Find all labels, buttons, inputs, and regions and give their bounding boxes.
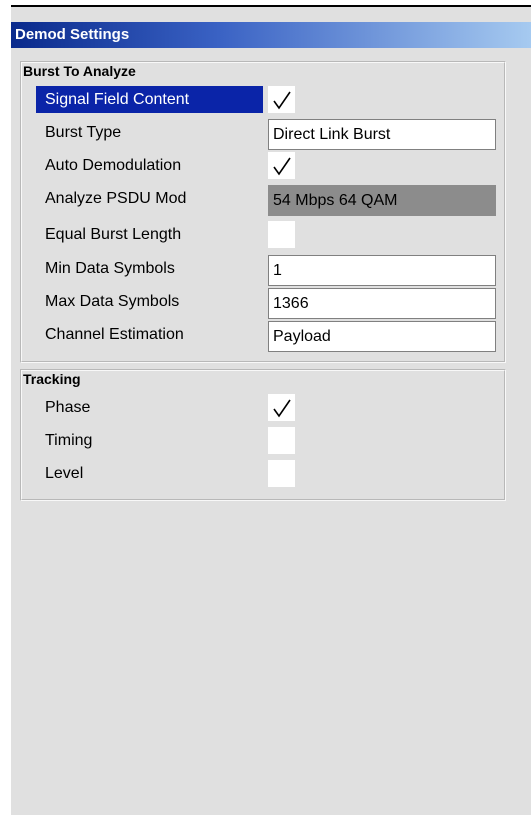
row-burst-type[interactable]: Burst Type Direct Link Burst <box>36 117 506 150</box>
row-timing[interactable]: Timing <box>36 425 506 455</box>
auto-demodulation-checkbox[interactable] <box>268 152 295 179</box>
max-data-symbols-label: Max Data Symbols <box>45 293 180 310</box>
burst-type-label: Burst Type <box>45 124 122 141</box>
row-phase[interactable]: Phase <box>36 392 506 422</box>
row-equal-burst-length[interactable]: Equal Burst Length <box>36 219 506 249</box>
window-top-strip <box>11 7 531 22</box>
timing-checkbox[interactable] <box>268 427 295 454</box>
min-data-symbols-field[interactable]: 1 <box>268 255 496 286</box>
checkmark-icon <box>273 399 291 418</box>
channel-estimation-field[interactable]: Payload <box>268 321 496 352</box>
analyze-psdu-mod-label: Analyze PSDU Mod <box>45 190 187 207</box>
demod-settings-window: Demod Settings Burst To Analyze Signal F… <box>11 5 531 815</box>
level-checkbox[interactable] <box>268 460 295 487</box>
level-label: Level <box>45 465 84 482</box>
equal-burst-length-checkbox[interactable] <box>268 221 295 248</box>
channel-estimation-label: Channel Estimation <box>45 326 184 343</box>
burst-type-field[interactable]: Direct Link Burst <box>268 119 496 150</box>
row-analyze-psdu-mod[interactable]: Analyze PSDU Mod 54 Mbps 64 QAM <box>36 183 506 216</box>
row-level[interactable]: Level <box>36 458 506 488</box>
tracking-group: Tracking Phase Timing Level <box>20 369 506 501</box>
burst-to-analyze-group: Burst To Analyze Signal Field Content Bu… <box>20 61 506 363</box>
analyze-psdu-mod-field: 54 Mbps 64 QAM <box>268 185 496 216</box>
phase-label: Phase <box>45 399 91 416</box>
timing-label: Timing <box>45 432 93 449</box>
equal-burst-length-label: Equal Burst Length <box>45 226 182 243</box>
checkmark-icon <box>273 157 291 176</box>
min-data-symbols-label: Min Data Symbols <box>45 260 175 277</box>
window-title: Demod Settings <box>11 22 531 48</box>
signal-field-content-label[interactable]: Signal Field Content <box>36 86 263 113</box>
checkmark-icon <box>273 91 291 110</box>
max-data-symbols-field[interactable]: 1366 <box>268 288 496 319</box>
row-max-data-symbols[interactable]: Max Data Symbols 1366 <box>36 286 506 319</box>
row-min-data-symbols[interactable]: Min Data Symbols 1 <box>36 253 506 286</box>
tracking-title: Tracking <box>23 371 81 387</box>
phase-checkbox[interactable] <box>268 394 295 421</box>
row-auto-demodulation[interactable]: Auto Demodulation <box>36 150 506 180</box>
burst-to-analyze-title: Burst To Analyze <box>23 63 136 79</box>
auto-demodulation-label: Auto Demodulation <box>45 157 182 174</box>
row-channel-estimation[interactable]: Channel Estimation Payload <box>36 319 506 352</box>
row-signal-field-content[interactable]: Signal Field Content <box>36 84 506 114</box>
signal-field-content-checkbox[interactable] <box>268 86 295 113</box>
